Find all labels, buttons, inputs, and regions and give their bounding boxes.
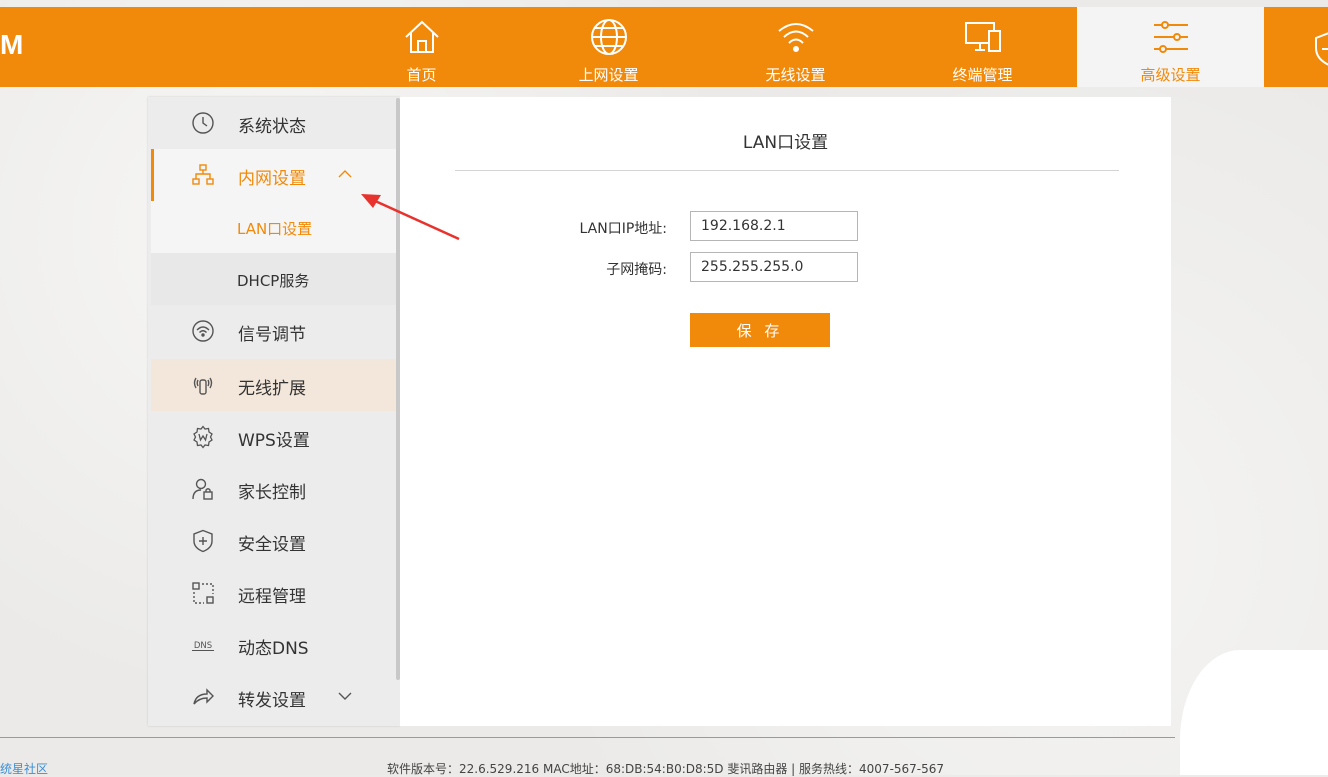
globe-icon bbox=[590, 19, 627, 55]
sidebar-item-remote[interactable]: 远程管理 bbox=[151, 567, 396, 619]
devices-icon bbox=[964, 22, 1001, 52]
sidebar-subitem-label: DHCP服务 bbox=[237, 272, 310, 290]
shield-plus-icon bbox=[1315, 32, 1328, 66]
sliders-icon bbox=[1153, 21, 1188, 53]
nav-internet-label: 上网设置 bbox=[578, 66, 639, 84]
antenna-icon bbox=[193, 377, 213, 395]
clock-icon bbox=[192, 112, 214, 134]
annotation-arrow bbox=[361, 194, 460, 241]
chevron-up-icon[interactable] bbox=[338, 167, 352, 181]
title-divider bbox=[455, 170, 1119, 171]
nav-devices-label: 终端管理 bbox=[952, 66, 1013, 84]
svg-text:DNS: DNS bbox=[194, 641, 212, 651]
top-nav-bar: M 首页 上网设置 无线设置 终端管理 高级设置 bbox=[0, 7, 1328, 87]
chevron-down-icon[interactable] bbox=[338, 689, 352, 703]
lan-ip-label: LAN口IP地址: bbox=[579, 221, 667, 237]
page-title: LAN口设置 bbox=[742, 133, 829, 153]
nav-home-label: 首页 bbox=[406, 66, 437, 84]
sidebar-item-label: WPS设置 bbox=[238, 431, 310, 451]
nav-wireless[interactable]: 无线设置 bbox=[702, 7, 889, 87]
sidebar-item-ddns[interactable]: DNS 动态DNS bbox=[151, 619, 396, 671]
shield-icon bbox=[193, 529, 213, 553]
nav-internet[interactable]: 上网设置 bbox=[515, 7, 702, 87]
sidebar-item-label: 家长控制 bbox=[238, 483, 306, 503]
remote-icon bbox=[192, 582, 214, 604]
sidebar-item-signal[interactable]: 信号调节 bbox=[151, 305, 396, 357]
wps-gear-icon bbox=[193, 425, 213, 449]
nav-home[interactable]: 首页 bbox=[328, 7, 515, 87]
sidebar-item-label: 信号调节 bbox=[238, 325, 306, 345]
subnet-mask-input[interactable] bbox=[690, 252, 858, 282]
sidebar-item-label: 远程管理 bbox=[238, 587, 306, 607]
sidebar-item-wireless-extend[interactable]: 无线扩展 bbox=[151, 359, 396, 411]
sidebar-subitem-dhcp[interactable]: DHCP服务 bbox=[151, 253, 396, 305]
signal-icon bbox=[192, 320, 214, 342]
home-icon bbox=[404, 20, 439, 53]
sidebar-item-security[interactable]: 安全设置 bbox=[151, 515, 396, 567]
sidebar-item-label: 动态DNS bbox=[238, 639, 309, 659]
footer-divider bbox=[0, 737, 1175, 738]
nav-advanced[interactable]: 高级设置 bbox=[1077, 7, 1264, 87]
sidebar-item-forwarding[interactable]: 转发设置 bbox=[151, 671, 396, 723]
brand-logo: M bbox=[0, 29, 24, 60]
network-icon bbox=[192, 164, 214, 185]
forward-icon bbox=[193, 688, 214, 705]
sidebar-item-system-status[interactable]: 系统状态 bbox=[151, 97, 396, 149]
subnet-mask-label: 子网掩码: bbox=[606, 262, 667, 278]
sidebar-item-label: 转发设置 bbox=[238, 691, 306, 711]
nav-devices[interactable]: 终端管理 bbox=[889, 7, 1076, 87]
community-link[interactable]: 统星社区 bbox=[0, 760, 48, 777]
dns-icon: DNS bbox=[192, 641, 214, 651]
sidebar-item-label: 无线扩展 bbox=[238, 379, 306, 399]
sidebar-item-wps[interactable]: WPS设置 bbox=[151, 411, 396, 463]
sidebar-item-label: 内网设置 bbox=[238, 169, 306, 189]
decorative-blob bbox=[1180, 650, 1328, 775]
sidebar-item-label: 安全设置 bbox=[238, 535, 306, 555]
user-lock-icon bbox=[192, 478, 213, 500]
footer-info: 软件版本号：22.6.529.216 MAC地址：68:DB:54:B0:D8:… bbox=[387, 762, 945, 776]
save-button[interactable]: 保 存 bbox=[690, 313, 830, 347]
wifi-icon bbox=[777, 23, 814, 52]
nav-extra[interactable] bbox=[1264, 7, 1328, 87]
content-panel: LAN口设置 LAN口IP地址: 子网掩码: 保 存 bbox=[400, 97, 1171, 726]
sidebar-item-label: 系统状态 bbox=[238, 117, 306, 137]
sidebar-subitem-label: LAN口设置 bbox=[237, 220, 313, 238]
sidebar-item-parental[interactable]: 家长控制 bbox=[151, 463, 396, 515]
nav-advanced-label: 高级设置 bbox=[1140, 66, 1201, 84]
nav-wireless-label: 无线设置 bbox=[765, 66, 826, 84]
lan-ip-input[interactable] bbox=[690, 211, 858, 241]
